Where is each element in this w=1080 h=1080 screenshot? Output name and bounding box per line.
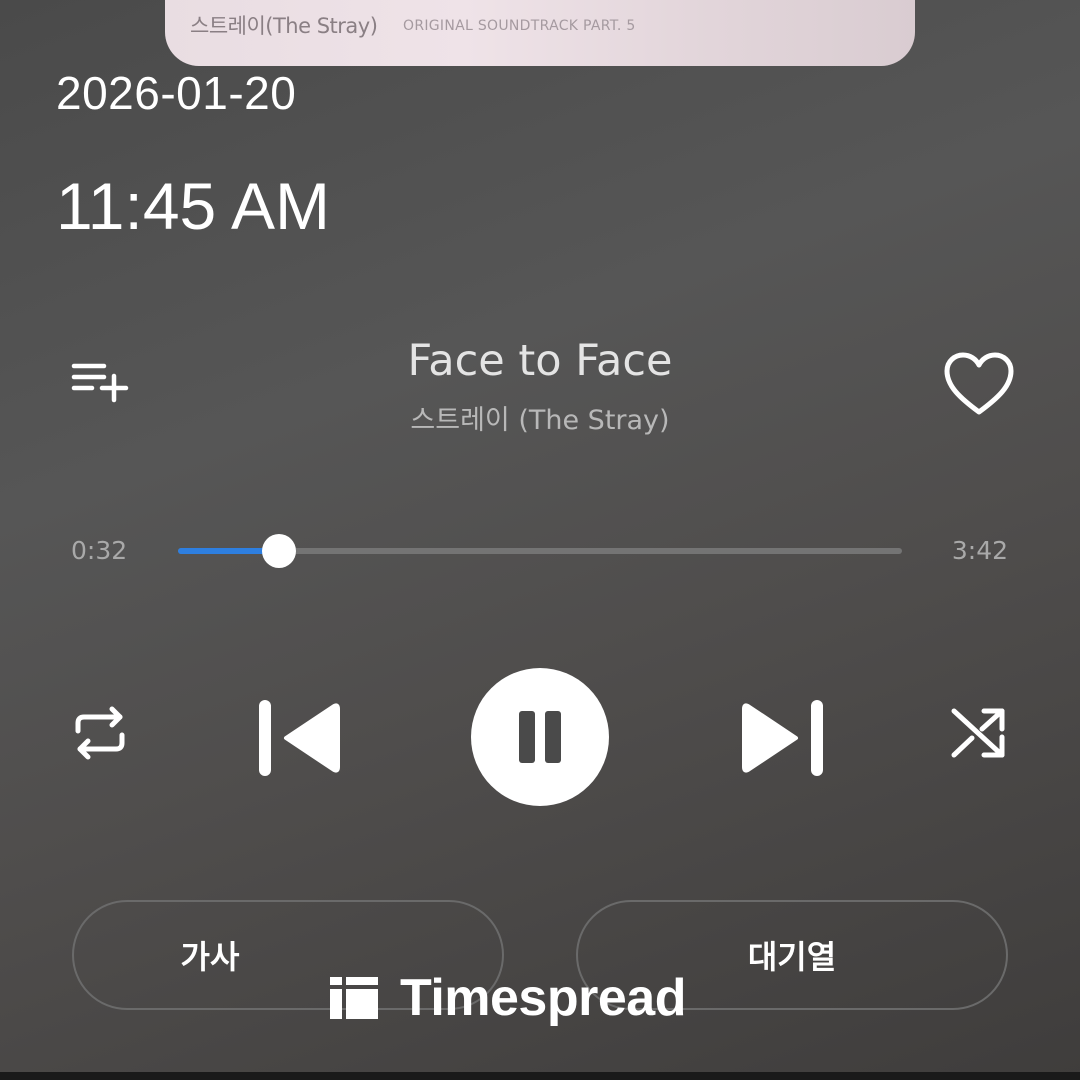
track-artist[interactable]: 스트레이 (The Stray) [0,398,1080,437]
pause-icon [519,711,535,763]
progress-thumb[interactable] [262,534,297,568]
album-art-title: 스트레이(The Stray) [190,14,378,38]
shuffle-icon[interactable] [948,703,1010,763]
progress-slider[interactable] [178,534,902,568]
elapsed-time: 0:32 [71,536,128,565]
total-duration: 3:42 [951,536,1008,565]
pause-icon [545,711,561,763]
album-art: 스트레이(The Stray) ORIGINAL SOUNDTRACK PART… [165,0,915,66]
skip-next-icon[interactable] [738,697,828,779]
watermark: Timespread [330,968,686,1028]
pause-button[interactable] [471,668,609,806]
watermark-text: Timespread [400,969,686,1027]
heart-outline-icon[interactable] [940,348,1018,420]
skip-previous-icon[interactable] [254,697,344,779]
bottom-edge [0,1072,1080,1080]
timespread-logo-icon [330,973,378,1023]
repeat-icon[interactable] [70,703,130,763]
time-stamp: 11:45 AM [56,169,330,243]
date-stamp: 2026-01-20 [56,67,297,119]
album-art-subtitle: ORIGINAL SOUNDTRACK PART. 5 [403,18,636,34]
track-title: Face to Face [407,336,673,386]
